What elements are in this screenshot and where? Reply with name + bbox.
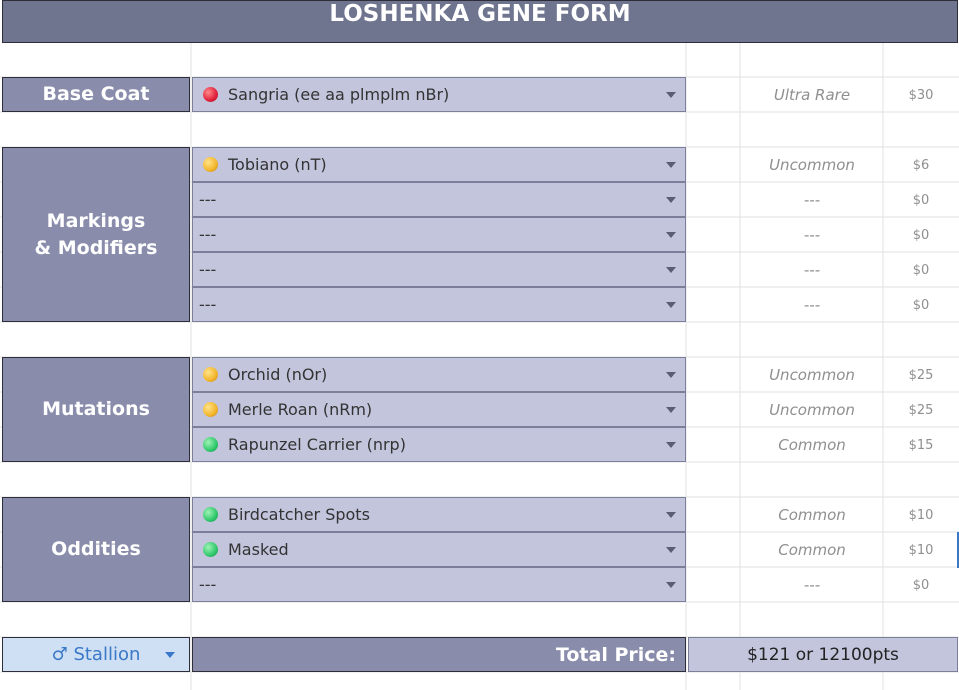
total-price-value: $121 or 12100pts — [688, 637, 958, 672]
gene-dropdown-oddity-2[interactable]: Masked — [192, 532, 686, 567]
gene-option: --- — [199, 225, 217, 244]
gene-option: Birdcatcher Spots — [228, 505, 370, 524]
gene-dropdown-mutation-3[interactable]: Rapunzel Carrier (nrp) — [192, 427, 686, 462]
section-markings-label-line2: & Modifiers — [34, 236, 158, 259]
dropdown-arrow-icon[interactable] — [666, 231, 676, 238]
dropdown-arrow-icon[interactable] — [666, 196, 676, 203]
price-text: $25 — [908, 402, 934, 418]
dropdown-arrow-icon[interactable] — [666, 581, 676, 588]
gene-dropdown-mutation-2[interactable]: Merle Roan (nRm) — [192, 392, 686, 427]
section-oddities: Oddities — [2, 497, 190, 602]
price-text: $0 — [912, 577, 930, 593]
dropdown-arrow-icon[interactable] — [666, 441, 676, 448]
gene-option: Tobiano (nT) — [228, 155, 327, 174]
gene-dropdown-marking-2[interactable]: --- — [192, 182, 686, 217]
gene-dropdown-base[interactable]: Sangria (ee aa plmplm nBr) — [192, 77, 686, 112]
gene-option: --- — [199, 295, 217, 314]
gene-dropdown-marking-5[interactable]: --- — [192, 287, 686, 322]
section-base-coat: Base Coat — [2, 77, 190, 112]
dropdown-arrow-icon[interactable] — [666, 511, 676, 518]
price-text: $0 — [912, 192, 930, 208]
dropdown-arrow-icon[interactable] — [666, 161, 676, 168]
rarity-dot-icon — [203, 402, 218, 417]
gene-option: Masked — [228, 540, 289, 559]
dropdown-arrow-icon[interactable] — [666, 301, 676, 308]
price-text: $0 — [912, 262, 930, 278]
section-base-coat-label: Base Coat — [42, 83, 150, 105]
rarity-dot-icon — [203, 157, 218, 172]
dropdown-arrow-icon[interactable] — [666, 371, 676, 378]
price-text: $6 — [912, 157, 930, 173]
rarity-text: Uncommon — [769, 401, 855, 419]
price-text: $10 — [908, 542, 934, 558]
total-price-value-text: $121 or 12100pts — [747, 644, 899, 665]
rarity-text: Common — [778, 506, 846, 524]
gene-dropdown-oddity-1[interactable]: Birdcatcher Spots — [192, 497, 686, 532]
section-mutations: Mutations — [2, 357, 190, 462]
gene-option: --- — [199, 190, 217, 209]
rarity-text: Uncommon — [769, 366, 855, 384]
price-text: $25 — [908, 367, 934, 383]
gene-dropdown-mutation-1[interactable]: Orchid (nOr) — [192, 357, 686, 392]
form-title: LOSHENKA GENE FORM — [2, 0, 958, 43]
rarity-dot-icon — [203, 367, 218, 382]
price-text: $15 — [908, 437, 934, 453]
gene-dropdown-oddity-3[interactable]: --- — [192, 567, 686, 602]
rarity-text: --- — [803, 191, 821, 209]
gender-dropdown[interactable]: ♂ Stallion — [2, 637, 190, 672]
rarity-text: --- — [803, 226, 821, 244]
dropdown-arrow-icon[interactable] — [666, 266, 676, 273]
gene-option: --- — [199, 575, 217, 594]
dropdown-arrow-icon[interactable] — [666, 91, 676, 98]
total-price-label: Total Price: — [192, 637, 686, 672]
gene-option: Sangria (ee aa plmplm nBr) — [228, 85, 450, 104]
total-price-label-text: Total Price: — [555, 643, 676, 666]
rarity-text: Common — [778, 436, 846, 454]
gender-label: ♂ Stallion — [51, 644, 141, 665]
rarity-dot-icon — [203, 542, 218, 557]
rarity-text: --- — [803, 261, 821, 279]
section-oddities-label: Oddities — [51, 538, 141, 560]
price-text: $30 — [908, 87, 934, 103]
price-text: $10 — [908, 507, 934, 523]
dropdown-arrow-icon[interactable] — [666, 406, 676, 413]
gene-option: --- — [199, 260, 217, 279]
price-text: $0 — [912, 297, 930, 313]
rarity-text: --- — [803, 296, 821, 314]
rarity-dot-icon — [203, 507, 218, 522]
rarity-text: Uncommon — [769, 156, 855, 174]
dropdown-arrow-icon[interactable] — [165, 651, 175, 658]
price-text: $0 — [912, 227, 930, 243]
rarity-text: Common — [778, 541, 846, 559]
rarity-dot-icon — [203, 437, 218, 452]
gene-option: Orchid (nOr) — [228, 365, 328, 384]
gene-dropdown-marking-4[interactable]: --- — [192, 252, 686, 287]
gene-dropdown-marking-3[interactable]: --- — [192, 217, 686, 252]
dropdown-arrow-icon[interactable] — [666, 546, 676, 553]
section-markings-label-line1: Markings — [46, 209, 146, 232]
rarity-dot-icon — [203, 87, 218, 102]
gene-option: Rapunzel Carrier (nrp) — [228, 435, 406, 454]
gene-option: Merle Roan (nRm) — [228, 400, 373, 419]
rarity-text: Ultra Rare — [773, 86, 851, 104]
gene-dropdown-marking-1[interactable]: Tobiano (nT) — [192, 147, 686, 182]
section-mutations-label: Mutations — [42, 398, 150, 420]
section-markings: Markings & Modifiers — [2, 147, 190, 322]
rarity-text: --- — [803, 576, 821, 594]
